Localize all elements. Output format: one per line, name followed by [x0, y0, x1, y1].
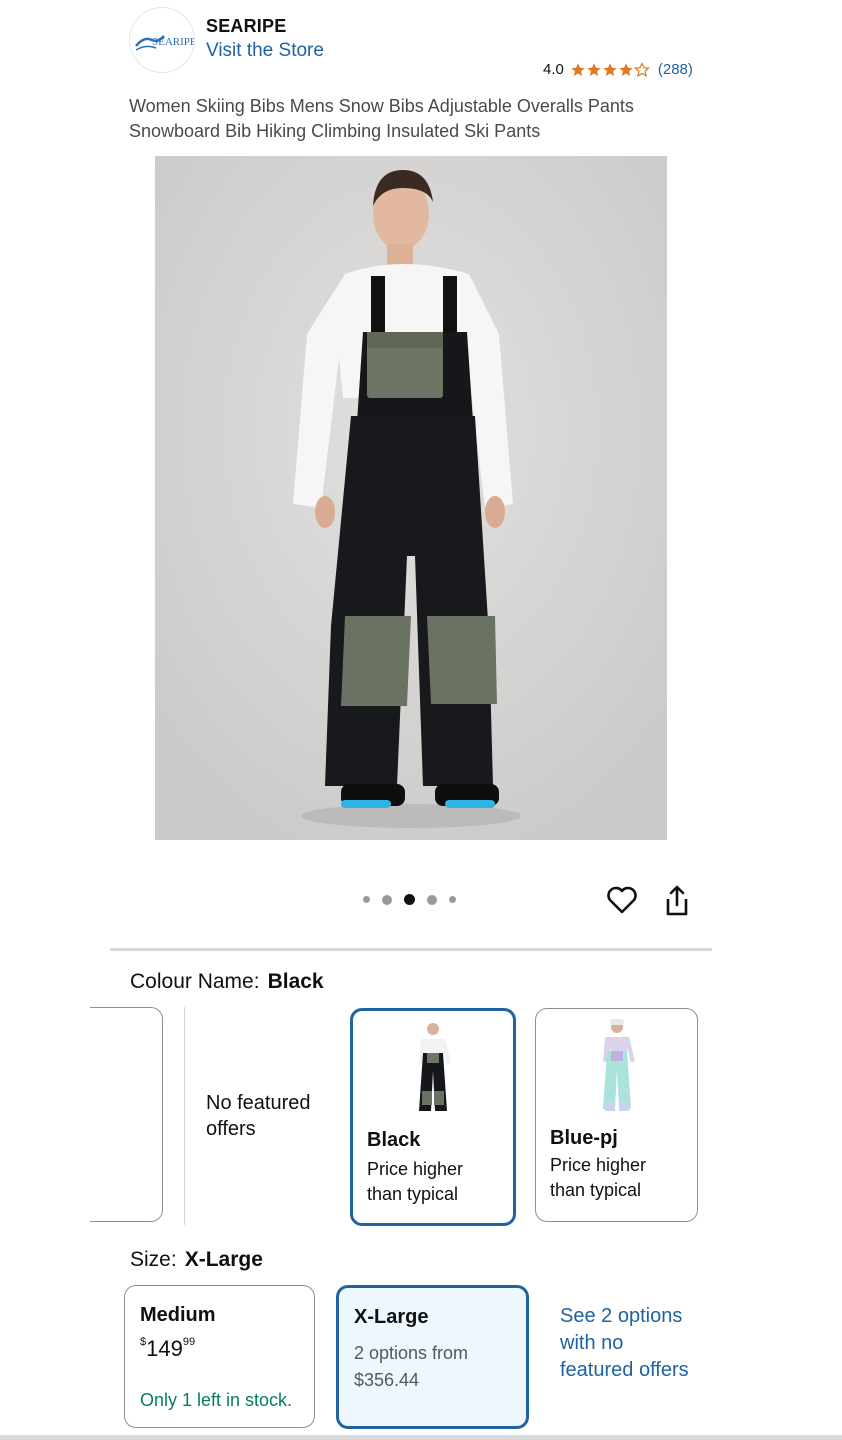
colour-label-text: Colour Name: [130, 970, 260, 993]
stock-status: Only 1 left in stock. [140, 1390, 293, 1410]
size-label: Size: X-Large [130, 1248, 263, 1272]
see-options-link[interactable]: See 2 options with no featured offers [560, 1303, 700, 1384]
store-logo[interactable]: SEARIPE [129, 7, 197, 73]
bottom-edge [0, 1435, 842, 1440]
price-whole: 149 [146, 1336, 183, 1361]
swatch-name: Black [367, 1129, 421, 1151]
pagination-dot-active[interactable] [404, 894, 415, 905]
size-option-x-large[interactable]: X-Large 2 options from $356.44 [336, 1285, 529, 1429]
colour-swatch-blue-pj[interactable]: Blue-pj Price higher than typical [535, 1008, 698, 1222]
rating-value: 4.0 [543, 61, 564, 78]
rating-stars [570, 61, 650, 78]
logo-text: SEARIPE [152, 36, 194, 48]
colour-selected-value: Black [267, 970, 324, 993]
heart-icon[interactable] [606, 884, 638, 916]
star-empty-icon [633, 61, 650, 77]
product-image[interactable] [155, 156, 667, 840]
size-option-medium[interactable]: Medium $14999 Only 1 left in stock. [124, 1285, 315, 1428]
colour-swatch-previous[interactable] [90, 1007, 163, 1222]
pagination-dot[interactable] [449, 896, 456, 903]
star-filled-icon [603, 62, 617, 76]
size-name: Medium [140, 1304, 216, 1326]
options-from-price: $356.44 [354, 1370, 420, 1390]
colour-swatch-black[interactable]: Black Price higher than typical [350, 1008, 516, 1226]
size-selected-value: X-Large [184, 1248, 263, 1271]
price-fraction: 99 [182, 1335, 196, 1348]
size-options-from: 2 options from $356.44 [354, 1340, 468, 1394]
options-from-text: 2 options from [354, 1343, 469, 1363]
swatch-price-note: Price higher than typical [367, 1159, 464, 1204]
no-featured-offers-text: No featured offers [206, 1092, 311, 1140]
star-filled-icon [619, 62, 633, 76]
pagination-dot[interactable] [363, 896, 370, 903]
colour-label: Colour Name: Black [130, 970, 324, 994]
pagination-dot[interactable] [427, 894, 437, 905]
review-count-link[interactable]: (288) [658, 61, 693, 78]
swatch-price-note: Price higher than typical [550, 1155, 647, 1200]
star-filled-icon [571, 62, 585, 76]
visit-store-link[interactable]: Visit the Store [206, 40, 324, 62]
share-icon[interactable] [662, 884, 692, 918]
star-filled-icon [587, 62, 601, 76]
size-price: $14999 [140, 1336, 195, 1362]
image-pagination-dots[interactable] [363, 894, 456, 905]
swatch-separator [184, 1007, 185, 1225]
size-name: X-Large [354, 1306, 429, 1328]
size-label-text: Size: [130, 1248, 177, 1271]
blue-pj-thumbnail [602, 1019, 635, 1111]
price-currency: $ [140, 1335, 147, 1348]
swatch-name: Blue-pj [550, 1127, 618, 1149]
rating-summary[interactable]: 4.0 (288) [543, 61, 693, 78]
black-thumbnail [419, 1023, 451, 1111]
brand-name: SEARIPE [206, 16, 287, 36]
pagination-dot[interactable] [382, 894, 392, 905]
product-title: Women Skiing Bibs Mens Snow Bibs Adjusta… [129, 96, 634, 141]
section-divider [110, 948, 712, 951]
